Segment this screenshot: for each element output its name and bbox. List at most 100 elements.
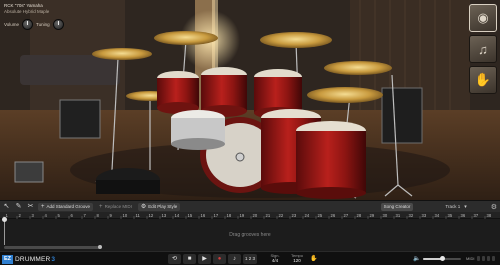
metronome-button[interactable]: ♪ [228,254,241,264]
logo-ez: EZ [2,254,14,264]
track-selector[interactable]: Track 1 [445,204,460,209]
bar-number: 24 [305,213,310,218]
bar-number: 4 [45,213,48,218]
metronome-icon: ♪ [233,256,236,262]
horizontal-scrollbar[interactable] [4,245,102,249]
bar-number: 14 [175,213,180,218]
play-button[interactable]: ▶ [198,254,211,264]
midi-label: MIDI [466,256,475,261]
tuning-label: Tuning [36,22,50,27]
bar-number: 7 [84,213,87,218]
bar-number: 36 [461,213,466,218]
bar-number: 20 [253,213,258,218]
midi-meter-segment [492,256,495,261]
bar-number: 32 [409,213,414,218]
plus-icon: + [99,203,103,210]
bar-number: 8 [97,213,100,218]
bar-number: 38 [487,213,492,218]
tempo[interactable]: Tempo 120 [286,253,308,265]
count-in-label: 1 2 3 [244,256,255,261]
bar-number: 6 [71,213,74,218]
volume-knob[interactable] [22,19,34,30]
speaker-icon[interactable]: 🔈 [413,255,420,262]
ezdrummer-window: RCK "70s" Yamaha Absolute Hybrid Maple V… [0,0,500,265]
pencil-tool-icon[interactable]: ✎ [14,202,23,211]
bar-number: 29 [370,213,375,218]
replace-midi-button[interactable]: + Replace MIDI [96,203,135,211]
song-track-area[interactable]: Drag grooves here [0,217,500,251]
count-in-button[interactable]: 1 2 3 [243,254,257,264]
tuning-knob[interactable] [52,19,64,30]
scrollbar-handle[interactable] [98,245,102,249]
replace-midi-label: Replace MIDI [104,203,132,209]
midi-meter-segment [477,256,480,261]
stop-button[interactable]: ■ [183,254,196,264]
ezdrummer-logo[interactable]: EZ DRUMMER 3 [2,254,55,264]
midi-activity-meter [477,256,497,262]
bar-number: 21 [266,213,271,218]
record-icon: ● [217,256,222,262]
bar-number: 27 [344,213,349,218]
bar-number: 23 [292,213,297,218]
loop-icon: ⟲ [171,256,178,262]
bar-number: 30 [383,213,388,218]
bar-number: 17 [214,213,219,218]
tap-tempo-icon[interactable]: ✋ [310,255,317,262]
time-signature-value: 4/4 [271,258,279,263]
bar-number: 26 [331,213,336,218]
edit-play-style-label: Edit Play Style [148,203,178,209]
kit-controls: Volume Tuning [4,19,64,30]
playhead-handle[interactable] [2,217,7,222]
stop-icon: ■ [187,256,192,262]
midi-meter-segment [487,256,490,261]
drum-kit-view[interactable]: RCK "70s" Yamaha Absolute Hybrid Maple V… [0,0,500,200]
kit-info-panel: RCK "70s" Yamaha Absolute Hybrid Maple V… [4,3,82,33]
bar-number: 13 [162,213,167,218]
loop-button[interactable]: ⟲ [168,254,181,264]
bar-ruler[interactable]: 1 2 3 4 5 6 7 8 9 10 11 12 13 14 15 16 17 18 19 20 21 22 23 24 2… [0,212,500,219]
bar-number: 33 [422,213,427,218]
edit-icon: ⚙ [140,203,147,210]
gear-icon[interactable]: ⚙ [491,203,497,211]
bar-number: 2 [19,213,22,218]
bar-number: 28 [357,213,362,218]
transport-bar: EZ DRUMMER 3 ⟲ ■ ▶ ● ♪ 1 2 3 Sign. 4/4 T… [0,251,500,265]
bar-number: 22 [279,213,284,218]
transport-controls: ⟲ ■ ▶ ● ♪ 1 2 3 [168,254,257,264]
plus-icon: + [41,203,45,210]
cut-tool-icon[interactable]: ✂ [26,202,35,211]
bar-numbers: 1 2 3 4 5 6 7 8 9 10 11 12 13 14 15 16 17 18 19 20 21 22 23 24 2… [3,213,492,219]
time-signature[interactable]: Sign. 4/4 [264,253,286,265]
bar-number: 10 [123,213,128,218]
chevron-down-icon[interactable]: ▾ [464,204,467,210]
song-creator-label: Song Creator [383,203,411,209]
thumbnail-0[interactable]: ◉ [469,4,497,32]
kit-thumbnail-icon: ♫ [478,41,488,57]
bar-number: 16 [201,213,206,218]
thumbnail-2[interactable]: ✋ [469,66,497,94]
master-volume-slider[interactable] [423,256,461,261]
bar-number: 25 [318,213,323,218]
bar-number: 5 [58,213,61,218]
bar-number: 34 [435,213,440,218]
bar-number: 35 [448,213,453,218]
add-standard-groove-label: Add Standard Groove [46,203,91,209]
select-tool-icon[interactable]: ↖ [2,202,11,211]
logo-version: 3 [51,255,55,263]
volume-handle[interactable] [440,256,446,261]
kit-preset-name[interactable]: Absolute Hybrid Maple [4,9,82,15]
thumbnail-1[interactable]: ♫ [469,35,497,63]
bar-number: 19 [240,213,245,218]
bar-number: 3 [32,213,35,218]
play-icon: ▶ [202,256,207,262]
song-creator-button[interactable]: Song Creator [380,202,414,211]
edit-play-style-button[interactable]: ⚙ Edit Play Style [137,202,181,211]
add-standard-groove-button[interactable]: + Add Standard Groove [38,202,94,211]
bar-number: 12 [149,213,154,218]
record-button[interactable]: ● [213,254,226,264]
instrument-thumbnails: ◉ ♫ ✋ [469,4,499,94]
volume-label: Volume [4,22,20,27]
bar-number: 18 [227,213,232,218]
tempo-value: 120 [293,258,301,263]
grooves-toolbar: ↖ ✎ ✂ + Add Standard Groove + Replace MI… [0,200,500,212]
